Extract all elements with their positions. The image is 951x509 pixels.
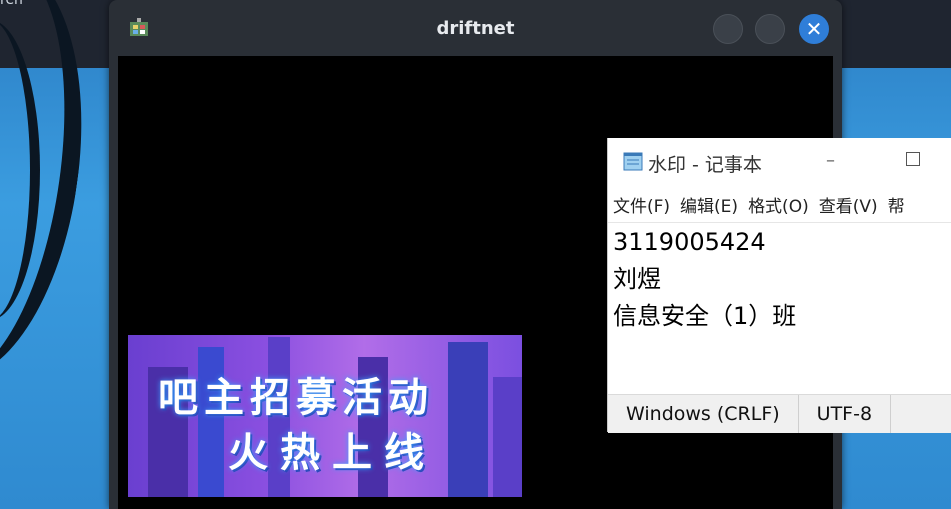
text-line: 3119005424: [613, 228, 766, 256]
menu-help[interactable]: 帮: [888, 192, 905, 217]
notepad-menubar: 文件(F) 编辑(E) 格式(O) 查看(V) 帮: [608, 186, 951, 223]
notepad-window: 水印 - 记事本 – 文件(F) 编辑(E) 格式(O) 查看(V) 帮 311…: [607, 138, 951, 433]
captured-image: 吧主招募活动 火热上线: [128, 335, 522, 497]
notepad-maximize-button[interactable]: [906, 152, 920, 166]
close-icon: ✕: [805, 17, 823, 41]
notepad-text-area[interactable]: 3119005424 刘煜 信息安全（1）班: [613, 224, 796, 335]
menu-file[interactable]: 文件(F): [613, 192, 670, 217]
notepad-icon: [623, 152, 643, 171]
text-line: 刘煜: [613, 265, 661, 293]
banner-heading: 吧主招募活动: [158, 375, 434, 421]
notepad-statusbar: Windows (CRLF) UTF-8: [608, 394, 951, 433]
minimize-button[interactable]: [713, 14, 743, 44]
corner-label: ren: [0, 0, 23, 8]
menu-format[interactable]: 格式(O): [748, 192, 809, 217]
status-encoding: UTF-8: [799, 395, 892, 433]
text-line: 信息安全（1）班: [613, 302, 797, 330]
menu-edit[interactable]: 编辑(E): [680, 192, 738, 217]
notepad-minimize-button[interactable]: –: [826, 150, 835, 171]
notepad-title: 水印 - 记事本: [648, 154, 762, 176]
maximize-button[interactable]: [755, 14, 785, 44]
status-line-ending: Windows (CRLF): [608, 395, 799, 433]
menu-view[interactable]: 查看(V): [819, 192, 878, 217]
driftnet-app-icon: [130, 18, 148, 36]
banner-subheading: 火热上线: [228, 430, 436, 476]
close-button[interactable]: ✕: [799, 14, 829, 44]
window-title: driftnet: [436, 17, 515, 39]
